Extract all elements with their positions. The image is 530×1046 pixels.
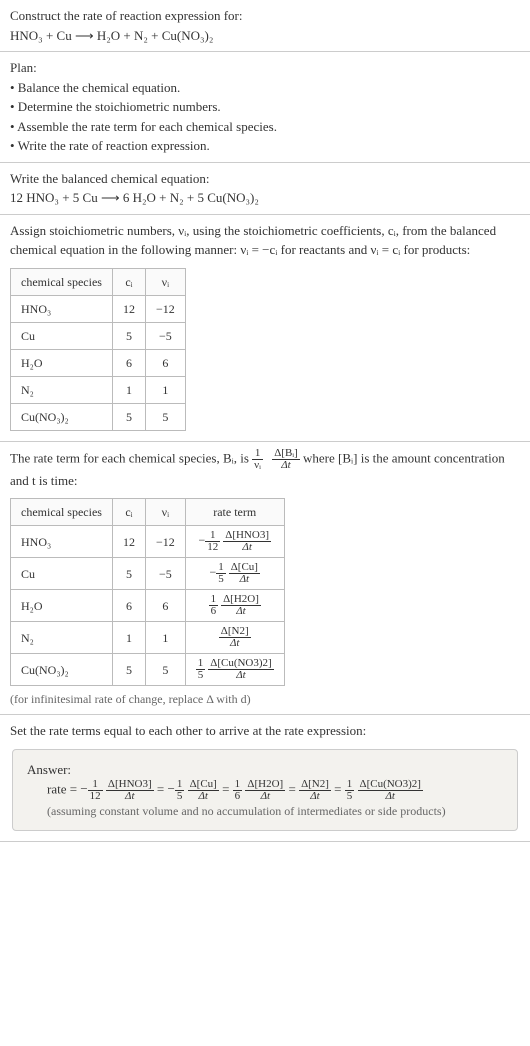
prompt-section: Construct the rate of reaction expressio… xyxy=(0,0,530,52)
table-row: HNO₃12−12−112 Δ[HNO3]Δt xyxy=(11,526,285,558)
fraction: Δ[HNO3]Δt xyxy=(223,530,271,553)
answer-box: Answer: rate = −112 Δ[HNO3]Δt = −15 Δ[Cu… xyxy=(12,749,518,832)
fraction: Δ[H2O]Δt xyxy=(221,594,261,617)
rate-term-intro: The rate term for each chemical species,… xyxy=(10,448,520,491)
fraction: Δ[H2O]Δt xyxy=(245,779,285,802)
fraction: 15 xyxy=(345,779,355,802)
fraction: Δ[Bᵢ] Δt xyxy=(272,448,300,471)
table-row: Cu5−5−15 Δ[Cu]Δt xyxy=(11,558,285,590)
table-row: HNO₃12−12 xyxy=(11,295,186,322)
final-section: Set the rate terms equal to each other t… xyxy=(0,715,530,842)
plan-item: • Write the rate of reaction expression. xyxy=(10,136,520,156)
stoich-intro: Assign stoichiometric numbers, νᵢ, using… xyxy=(10,221,520,260)
col-ci: cᵢ xyxy=(112,268,145,295)
fraction: 16 xyxy=(209,594,219,617)
plan-item: • Balance the chemical equation. xyxy=(10,78,520,98)
prompt-title: Construct the rate of reaction expressio… xyxy=(10,6,520,26)
balanced-section: Write the balanced chemical equation: 12… xyxy=(0,163,530,215)
col-species: chemical species xyxy=(11,268,113,295)
plan-item: • Determine the stoichiometric numbers. xyxy=(10,97,520,117)
fraction: 16 xyxy=(233,779,243,802)
rate-term-section: The rate term for each chemical species,… xyxy=(0,442,530,716)
stoich-table: chemical species cᵢ νᵢ HNO₃12−12 Cu5−5 H… xyxy=(10,268,186,431)
plan-heading: Plan: xyxy=(10,58,520,78)
prompt-equation: HNO₃ + Cu ⟶ H₂O + N₂ + Cu(NO₃)₂ xyxy=(10,26,520,46)
stoich-section: Assign stoichiometric numbers, νᵢ, using… xyxy=(0,215,530,442)
table-header-row: chemical species cᵢ νᵢ xyxy=(11,268,186,295)
table-row: H₂O6616 Δ[H2O]Δt xyxy=(11,590,285,622)
fraction: Δ[Cu]Δt xyxy=(188,779,219,802)
plan-item: • Assemble the rate term for each chemic… xyxy=(10,117,520,137)
balanced-heading: Write the balanced chemical equation: xyxy=(10,169,520,189)
table-row: Cu5−5 xyxy=(11,322,186,349)
fraction: 15 xyxy=(196,658,206,681)
fraction: Δ[HNO3]Δt xyxy=(106,779,154,802)
table-row: N₂11 xyxy=(11,376,186,403)
fraction: Δ[Cu]Δt xyxy=(229,562,260,585)
col-vi: νᵢ xyxy=(145,268,185,295)
balanced-equation: 12 HNO₃ + 5 Cu ⟶ 6 H₂O + N₂ + 5 Cu(NO₃)₂ xyxy=(10,188,520,208)
table-row: Cu(NO₃)₂55 xyxy=(11,403,186,430)
plan-section: Plan: • Balance the chemical equation. •… xyxy=(0,52,530,163)
fraction: Δ[N2]Δt xyxy=(299,779,331,802)
fraction: Δ[N2]Δt xyxy=(219,626,251,649)
rate-terms-container: −112 Δ[HNO3]Δt = −15 Δ[Cu]Δt = 16 Δ[H2O]… xyxy=(80,781,423,796)
table-header-row: chemical species cᵢ νᵢ rate term xyxy=(11,499,285,526)
fraction: Δ[Cu(NO3)2]Δt xyxy=(358,779,423,802)
table-row: H₂O66 xyxy=(11,349,186,376)
fraction: 112 xyxy=(205,530,220,553)
fraction: 1 νᵢ xyxy=(252,448,263,471)
table-row: N₂11Δ[N2]Δt xyxy=(11,622,285,654)
delta-note: (for infinitesimal rate of change, repla… xyxy=(10,690,520,708)
fraction: Δ[Cu(NO3)2]Δt xyxy=(208,658,273,681)
rate-expression: rate = −112 Δ[HNO3]Δt = −15 Δ[Cu]Δt = 16… xyxy=(47,779,503,802)
table-row: Cu(NO₃)₂5515 Δ[Cu(NO3)2]Δt xyxy=(11,654,285,686)
answer-label: Answer: xyxy=(27,760,503,780)
final-heading: Set the rate terms equal to each other t… xyxy=(10,721,520,741)
assumption-note: (assuming constant volume and no accumul… xyxy=(47,802,503,820)
fraction: 112 xyxy=(88,779,103,802)
fraction: 15 xyxy=(175,779,185,802)
fraction: 15 xyxy=(216,562,226,585)
rate-term-table: chemical species cᵢ νᵢ rate term HNO₃12−… xyxy=(10,498,285,686)
